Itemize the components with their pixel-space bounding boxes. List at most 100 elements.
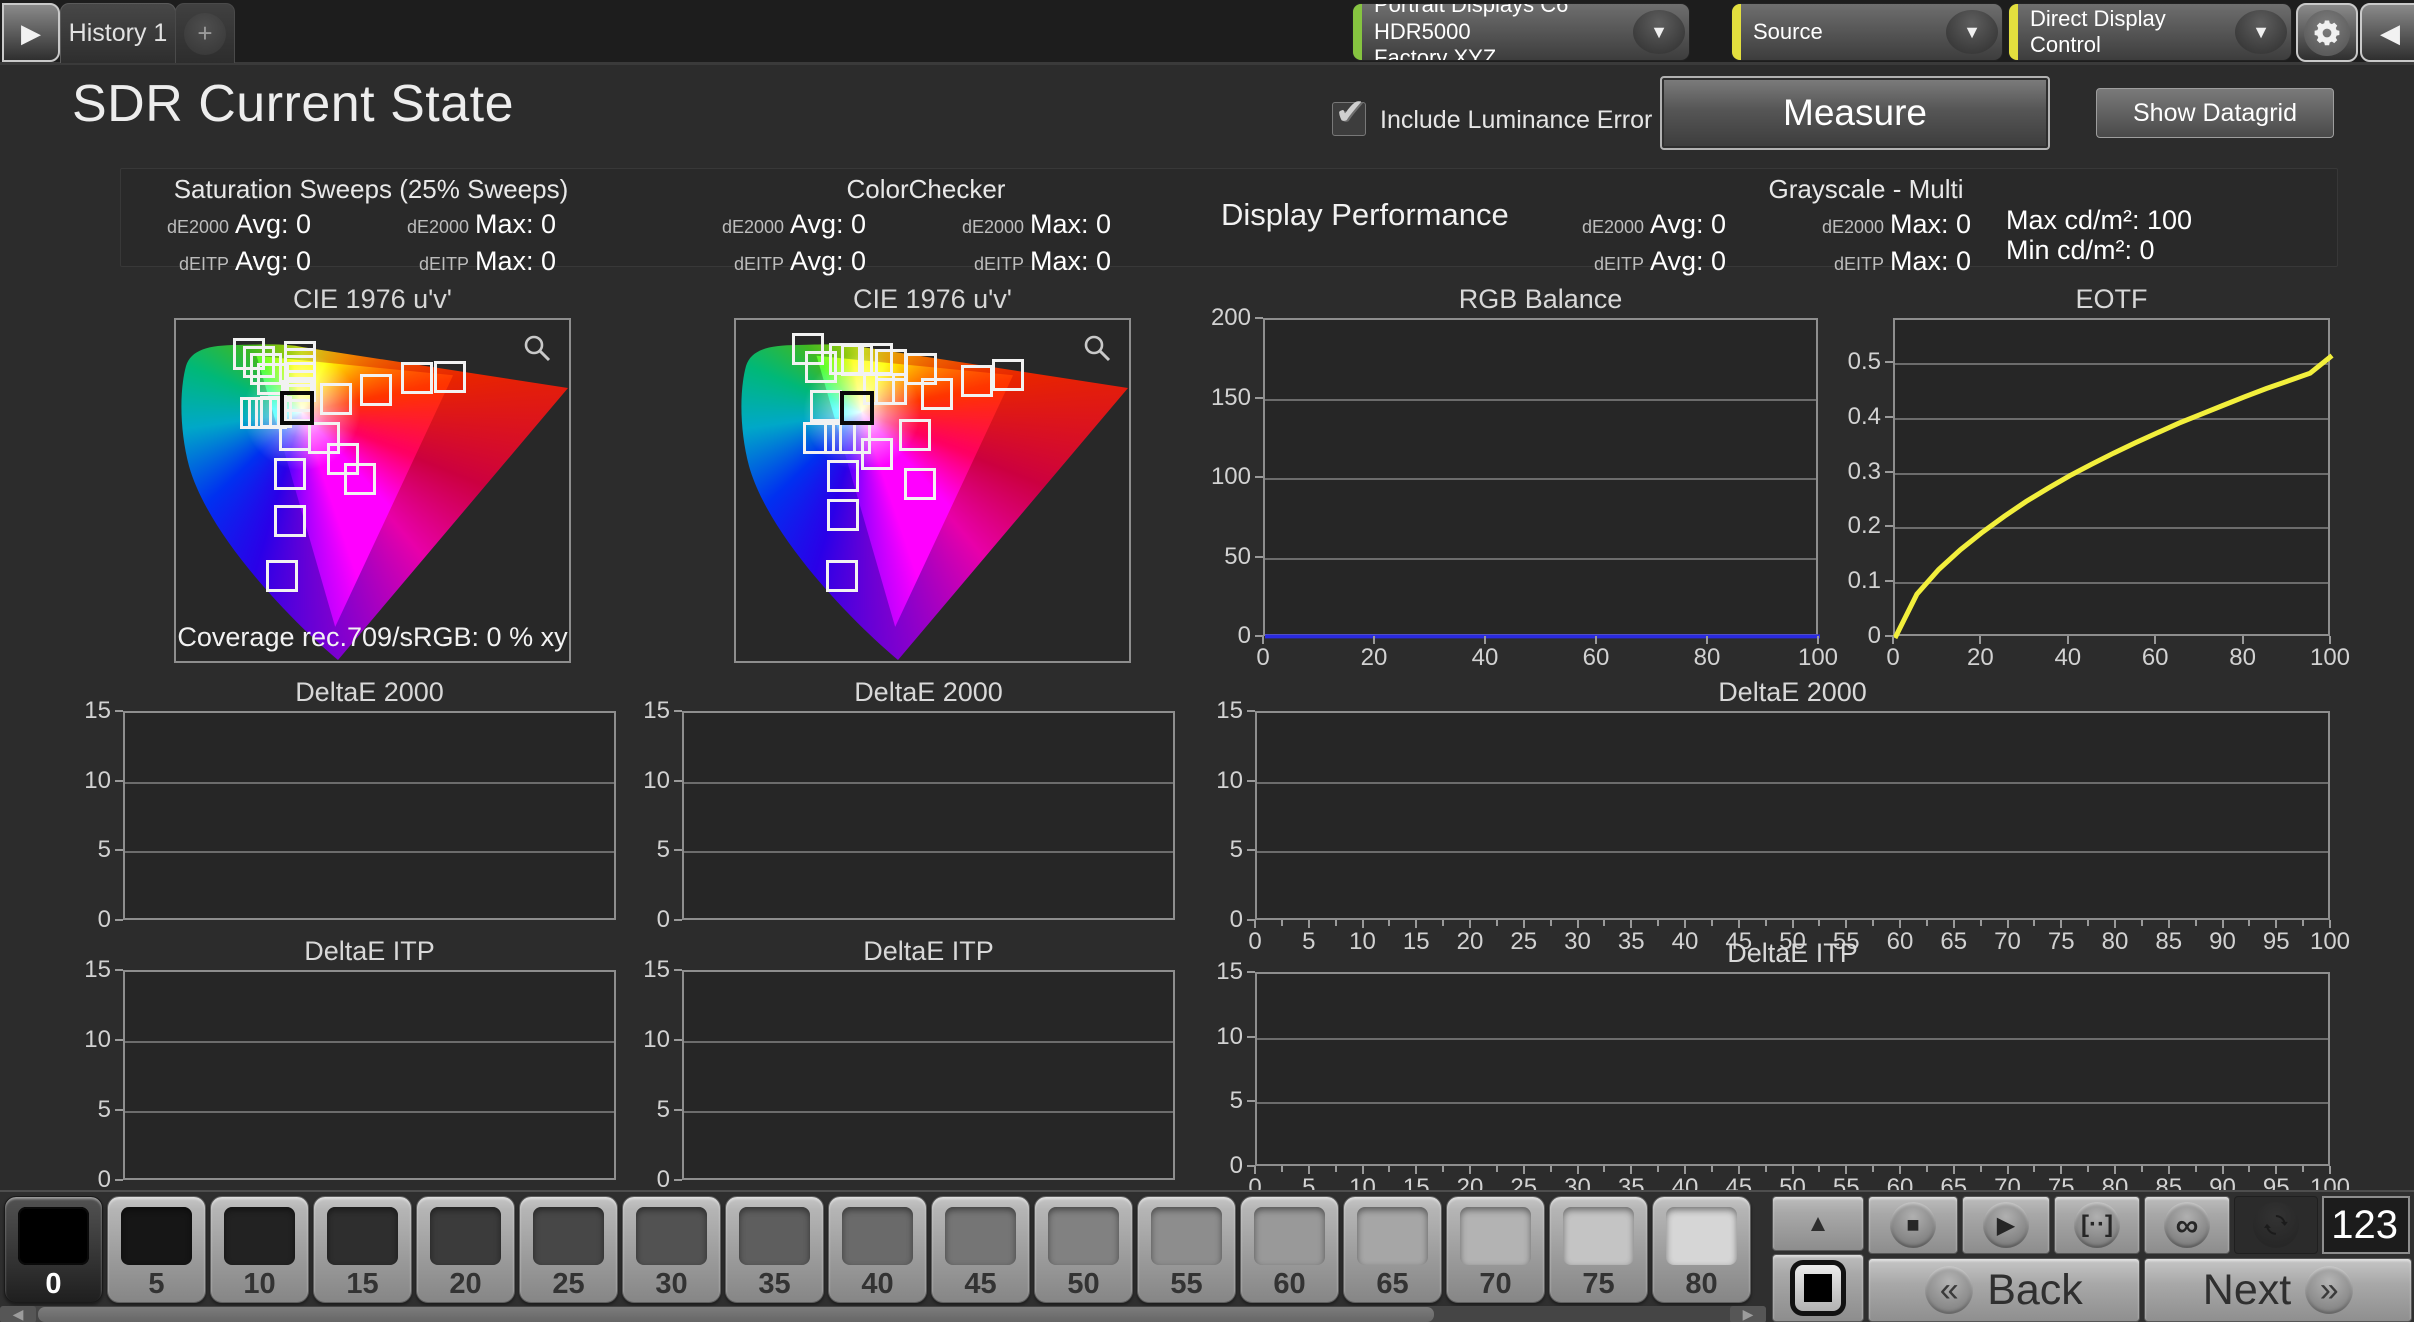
magnifier-icon[interactable]	[521, 332, 553, 364]
grayscale-patch-80[interactable]: 80	[1652, 1196, 1751, 1303]
x-tick-mark	[2168, 920, 2170, 928]
grayscale-patch-0[interactable]: 0	[4, 1196, 103, 1303]
patch-label: 60	[1241, 1268, 1338, 1301]
y-axis-tick-label: 5	[31, 836, 111, 864]
play-button[interactable]: ▶	[1962, 1196, 2050, 1254]
x-minor-tick-mark	[2248, 920, 2250, 926]
patch-label: 5	[108, 1268, 205, 1301]
y-axis-tick-label: 5	[590, 836, 670, 864]
show-datagrid-button[interactable]: Show Datagrid	[2096, 88, 2334, 138]
chevrons-right-icon: »	[2305, 1266, 2353, 1314]
stat-value: Max: 0	[475, 209, 625, 240]
scrollbar-thumb[interactable]	[38, 1307, 1434, 1322]
grayscale-patch-45[interactable]: 45	[931, 1196, 1030, 1303]
stat-metric-label: dEITP	[151, 254, 229, 275]
infinity-icon: ∞	[2176, 1207, 2199, 1244]
de2000_sweeps-plot	[123, 711, 616, 920]
collapse-panel-button[interactable]: ◀	[2360, 3, 2414, 62]
patch-label: 0	[5, 1268, 102, 1301]
check-icon: ✔	[1335, 91, 1365, 133]
control-status-stripe	[2009, 4, 2018, 60]
grayscale-multi-stats: dE2000Avg: 0dE2000Max: 0dEITPAvg: 0dEITP…	[1566, 209, 2040, 277]
meter-line2: Factory XYZ	[1374, 45, 1633, 61]
x-tick-mark	[2060, 1166, 2062, 1174]
scroll-right-arrow-icon[interactable]: ▶	[1730, 1306, 1766, 1322]
chevrons-left-icon: «	[1925, 1266, 1973, 1314]
measure-button[interactable]: Measure	[1660, 76, 2050, 150]
x-tick-mark	[1362, 1166, 1364, 1174]
refresh-button[interactable]	[2234, 1196, 2318, 1254]
pattern-window-button[interactable]	[1772, 1254, 1864, 1322]
x-tick-mark	[1892, 636, 1894, 644]
x-tick-mark	[2007, 1166, 2009, 1174]
add-tab-button[interactable]: +	[175, 3, 235, 63]
gridline	[684, 1111, 1173, 1113]
x-tick-mark	[1899, 1166, 1901, 1174]
display-control-dropdown[interactable]: Direct Display Control ▼	[2008, 3, 2292, 61]
grayscale-patch-65[interactable]: 65	[1343, 1196, 1442, 1303]
tab-history-1[interactable]: History 1	[60, 3, 176, 63]
y-axis-tick-label: 10	[31, 767, 111, 795]
grayscale-patch-30[interactable]: 30	[622, 1196, 721, 1303]
x-tick-mark	[2222, 920, 2224, 928]
stat-metric-label: dE2000	[706, 217, 784, 238]
page-title: SDR Current State	[72, 74, 514, 134]
x-tick-mark	[1523, 1166, 1525, 1174]
cie-target-marker	[827, 499, 859, 531]
pattern-levels-up-button[interactable]: ▲	[1772, 1196, 1864, 1251]
x-tick-mark	[1262, 636, 1264, 644]
x-tick-mark	[1899, 920, 1901, 928]
x-tick-mark	[1373, 636, 1375, 644]
grayscale-patch-75[interactable]: 75	[1549, 1196, 1648, 1303]
x-minor-tick-mark	[1603, 1166, 1605, 1172]
x-axis-tick-label: 0	[1853, 644, 1933, 672]
meter-dropdown[interactable]: Portrait Displays C6 HDR5000 Factory XYZ…	[1352, 3, 1690, 61]
grayscale-patch-70[interactable]: 70	[1446, 1196, 1545, 1303]
grayscale-patch-55[interactable]: 55	[1137, 1196, 1236, 1303]
x-minor-tick-mark	[1818, 920, 1820, 926]
grayscale-patch-25[interactable]: 25	[519, 1196, 618, 1303]
patch-scrollbar[interactable]: ◀ ▶	[0, 1306, 1766, 1322]
next-button[interactable]: Next »	[2144, 1258, 2412, 1322]
grayscale-patch-15[interactable]: 15	[313, 1196, 412, 1303]
patch-swatch	[18, 1207, 89, 1265]
x-tick-mark	[1630, 1166, 1632, 1174]
patch-swatch	[842, 1207, 913, 1265]
y-axis-tick-label: 15	[31, 697, 111, 725]
grayscale-patch-35[interactable]: 35	[725, 1196, 824, 1303]
y-axis-tick-label: 15	[31, 956, 111, 984]
y-tick-mark	[1247, 849, 1255, 851]
continuous-loop-button[interactable]: ∞	[2144, 1196, 2230, 1254]
grayscale-patch-60[interactable]: 60	[1240, 1196, 1339, 1303]
y-tick-mark	[1247, 780, 1255, 782]
y-axis-tick-label: 15	[1163, 958, 1243, 986]
measure-range-button[interactable]: [··]	[2054, 1196, 2140, 1254]
source-dropdown[interactable]: Source ▼	[1731, 3, 2003, 61]
grayscale-patch-10[interactable]: 10	[210, 1196, 309, 1303]
x-tick-mark	[2275, 1166, 2277, 1174]
grayscale-patch-40[interactable]: 40	[828, 1196, 927, 1303]
back-button[interactable]: « Back	[1868, 1258, 2140, 1322]
x-tick-mark	[1792, 1166, 1794, 1174]
pattern-toolbar: 05101520253035404550556065707580 ◀ ▶ ▲ ■…	[0, 1190, 2414, 1322]
stat-value: Avg: 0	[1650, 246, 1800, 277]
gridline	[125, 782, 614, 784]
include-luminance-error-checkbox[interactable]: ✔	[1332, 102, 1366, 136]
y-tick-mark	[674, 710, 682, 712]
stat-value: Avg: 0	[235, 246, 385, 277]
x-tick-mark	[1706, 636, 1708, 644]
settings-button[interactable]	[2296, 3, 2358, 62]
scroll-left-arrow-icon[interactable]: ◀	[0, 1306, 36, 1322]
pattern-level-counter[interactable]: 123	[2322, 1196, 2410, 1254]
y-tick-mark	[674, 1179, 682, 1181]
magnifier-icon[interactable]	[1081, 332, 1113, 364]
expand-panel-button[interactable]: ▶	[2, 3, 60, 62]
grayscale-patch-20[interactable]: 20	[416, 1196, 515, 1303]
play-icon: ▶	[1997, 1211, 2015, 1240]
patch-label: 50	[1035, 1268, 1132, 1301]
y-axis-tick-label: 10	[1163, 1023, 1243, 1051]
stop-button[interactable]: ■	[1868, 1196, 1958, 1254]
grayscale-patch-5[interactable]: 5	[107, 1196, 206, 1303]
x-tick-mark	[1577, 920, 1579, 928]
grayscale-patch-50[interactable]: 50	[1034, 1196, 1133, 1303]
